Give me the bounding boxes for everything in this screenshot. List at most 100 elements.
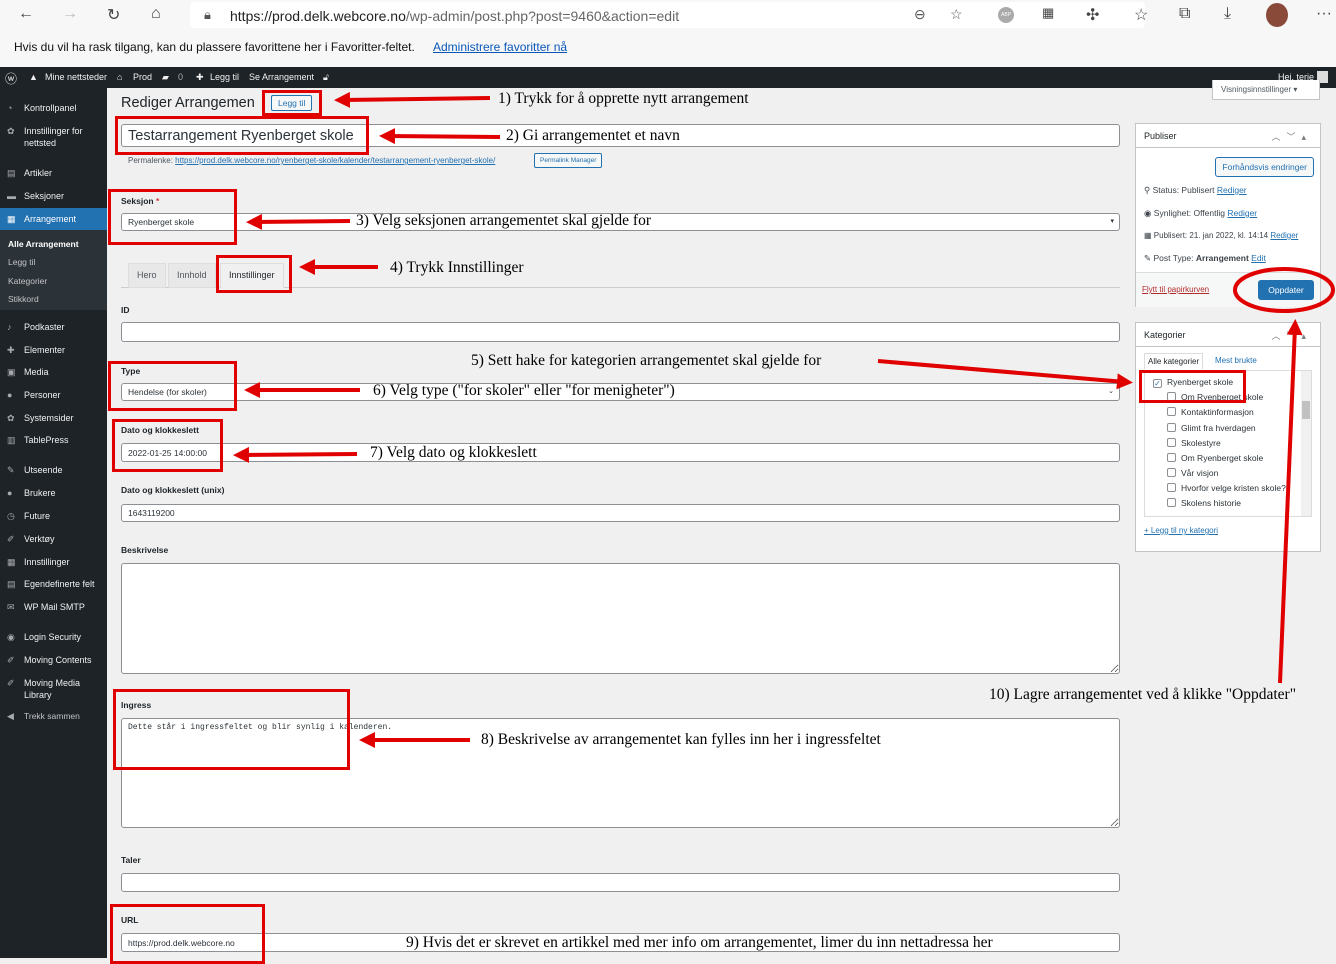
avatar[interactable] [1266, 3, 1288, 27]
category-item[interactable]: Skolens historie [1167, 498, 1241, 508]
update-button[interactable]: Oppdater [1258, 280, 1314, 300]
edit-visibility-link[interactable]: Rediger [1227, 208, 1257, 218]
box-controls-icon[interactable]: ︿﹀▴ [1271, 329, 1312, 342]
categories-box-header[interactable]: Kategorier ︿﹀▴ [1136, 323, 1320, 347]
adblock-icon[interactable]: ABP [998, 7, 1014, 23]
submenu-add-new[interactable]: Legg til [8, 257, 35, 267]
checkbox[interactable] [1167, 438, 1176, 447]
qr-icon[interactable]: ▦ [1042, 5, 1054, 21]
tab-most-used[interactable]: Mest brukte [1215, 356, 1257, 365]
category-item[interactable]: Hvorfor velge kristen skole? [1167, 483, 1286, 493]
sidebar-item-people[interactable]: ● Personer [0, 389, 107, 401]
category-item[interactable]: Glimt fra hverdagen [1167, 423, 1256, 433]
home-icon[interactable]: ⌂ [151, 5, 161, 23]
forward-icon[interactable]: → [62, 5, 78, 23]
scrollbar-thumb[interactable] [1302, 401, 1310, 419]
sidebar-item-future[interactable]: ◷ Future [0, 510, 107, 522]
sidebar-item-elements[interactable]: ✚ Elementer [0, 344, 107, 356]
favorites-icon[interactable]: ☆ [1134, 5, 1148, 25]
checkbox[interactable] [1167, 483, 1176, 492]
collections-icon[interactable]: ⧉ [1179, 5, 1190, 23]
sidebar-item-login-security[interactable]: ◉ Login Security [0, 631, 107, 643]
sidebar-item-dashboard[interactable]: ◔ Kontrollpanel [0, 102, 107, 114]
submenu-all-events[interactable]: Alle Arrangement [8, 239, 79, 249]
date-input[interactable] [121, 443, 1120, 462]
lock-icon[interactable]: 🔒︎ [204, 7, 211, 23]
comments-count[interactable]: 0 [178, 72, 183, 82]
back-icon[interactable]: ← [18, 5, 34, 23]
edit-status-link[interactable]: Rediger [1217, 185, 1247, 195]
sidebar-item-media[interactable]: ▣ Media [0, 366, 107, 378]
tab-innhold[interactable]: Innhold [168, 263, 216, 288]
published-date: Publisert: 21. jan 2022, kl. 14:14 [1153, 231, 1269, 240]
box-controls-icon[interactable]: ︿﹀▴ [1271, 130, 1312, 143]
category-item[interactable]: Om Ryenberget skole [1167, 453, 1263, 463]
user-icon: ● [7, 488, 13, 498]
site-link[interactable]: Prod [133, 72, 152, 82]
sidebar-item-tools[interactable]: ✐ Verktøy [0, 533, 107, 545]
scrollbar[interactable] [1301, 371, 1311, 516]
collapse-menu-button[interactable]: ◀ Trekk sammen [0, 710, 107, 722]
url-text[interactable]: https://prod.delk.webcore.no/wp-admin/po… [230, 8, 679, 24]
view-event-link[interactable]: Se Arrangement [249, 72, 314, 82]
favorite-add-icon[interactable]: ☆ [950, 6, 963, 23]
url-path: /wp-admin/post.php?post=9460&action=edit [405, 8, 680, 24]
sidebar-item-system-pages[interactable]: ✿ Systemsider [0, 412, 107, 424]
screen-options-button[interactable]: Visningsinnstillinger ▾ [1212, 80, 1320, 100]
wrench-icon: ✐ [7, 534, 15, 544]
checkbox[interactable] [1167, 498, 1176, 507]
speaker-input[interactable] [121, 873, 1120, 892]
sidebar-item-tablepress[interactable]: ▥ TablePress [0, 434, 107, 446]
preview-changes-button[interactable]: Forhåndsvis endringer [1215, 157, 1314, 177]
tab-hero[interactable]: Hero [128, 263, 166, 288]
new-content-link[interactable]: Legg til [210, 72, 239, 82]
add-category-link[interactable]: + Legg til ny kategori [1144, 526, 1218, 535]
edit-post-type-link[interactable]: Edit [1251, 253, 1266, 263]
reload-icon[interactable]: ↻ [107, 5, 120, 25]
checkbox[interactable] [1167, 407, 1176, 416]
lock-icon[interactable]: 🔓︎ [323, 72, 329, 83]
sidebar-item-sections[interactable]: ▬ Seksjoner [0, 190, 107, 202]
permalink-manager-button[interactable]: Permalink Manager [534, 153, 603, 168]
checkbox[interactable] [1167, 423, 1176, 432]
sidebar-item-users[interactable]: ● Brukere [0, 487, 107, 499]
category-item[interactable]: Kontaktinformasjon [1167, 407, 1254, 417]
description-textarea[interactable] [121, 563, 1120, 674]
sidebar-item-wp-mail-smtp[interactable]: ✉ WP Mail SMTP [0, 601, 107, 613]
download-icon[interactable]: ⤓ [1224, 5, 1231, 23]
manage-favorites-link[interactable]: Administrere favoritter nå [433, 40, 567, 54]
checkbox[interactable] [1167, 453, 1176, 462]
move-to-trash-link[interactable]: Flytt til papirkurven [1142, 285, 1209, 294]
category-item[interactable]: Vår visjon [1167, 468, 1218, 478]
submenu-tags[interactable]: Stikkord [8, 294, 39, 304]
sidebar-item-settings[interactable]: ▦ Innstillinger [0, 556, 107, 568]
id-input[interactable] [121, 322, 1120, 342]
sidebar-item-moving-contents[interactable]: ✐ Moving Contents [0, 654, 107, 666]
sidebar-item-appearance[interactable]: ✎ Utseende [0, 464, 107, 476]
sidebar-item-podcasts[interactable]: ♪ Podkaster [0, 321, 107, 333]
visibility-text: Synlighet: Offentlig [1153, 208, 1225, 218]
tab-all-categories[interactable]: Alle kategorier [1144, 353, 1204, 369]
edit-date-link[interactable]: Rediger [1270, 231, 1298, 240]
wordpress-logo-icon[interactable]: ⓦ [5, 70, 17, 87]
sidebar-item-moving-media[interactable]: ✐ Moving Media Library [0, 677, 107, 701]
my-sites-link[interactable]: Mine nettsteder [45, 72, 107, 82]
sidebar-item-site-settings[interactable]: ✿ Innstillinger for nettsted [0, 125, 107, 149]
arrow-1 [334, 91, 491, 108]
permalink-link[interactable]: https://prod.delk.webcore.no/ryenberget-… [175, 156, 495, 165]
submenu-categories[interactable]: Kategorier [8, 276, 47, 286]
sidebar-item-label: TablePress [24, 435, 69, 445]
zoom-icon[interactable]: ⊖ [914, 6, 926, 23]
extensions-icon[interactable]: ✣ [1086, 5, 1099, 25]
annotation-box [108, 189, 237, 245]
sidebar-item-custom-fields[interactable]: ▤ Egendefinerte felt [0, 578, 107, 590]
publish-box-header[interactable]: Publiser ︿﹀▴ [1136, 124, 1320, 148]
more-icon[interactable]: ··· [1316, 5, 1332, 23]
sidebar-item-label: Elementer [24, 345, 66, 355]
sidebar-item-label: nettsted [24, 138, 57, 148]
sidebar-item-articles[interactable]: ▤ Artikler [0, 167, 107, 179]
unix-date-input[interactable] [121, 504, 1120, 522]
category-item[interactable]: Skolestyre [1167, 438, 1221, 448]
sidebar-item-events[interactable]: ▦ Arrangement [0, 208, 107, 230]
checkbox[interactable] [1167, 468, 1176, 477]
